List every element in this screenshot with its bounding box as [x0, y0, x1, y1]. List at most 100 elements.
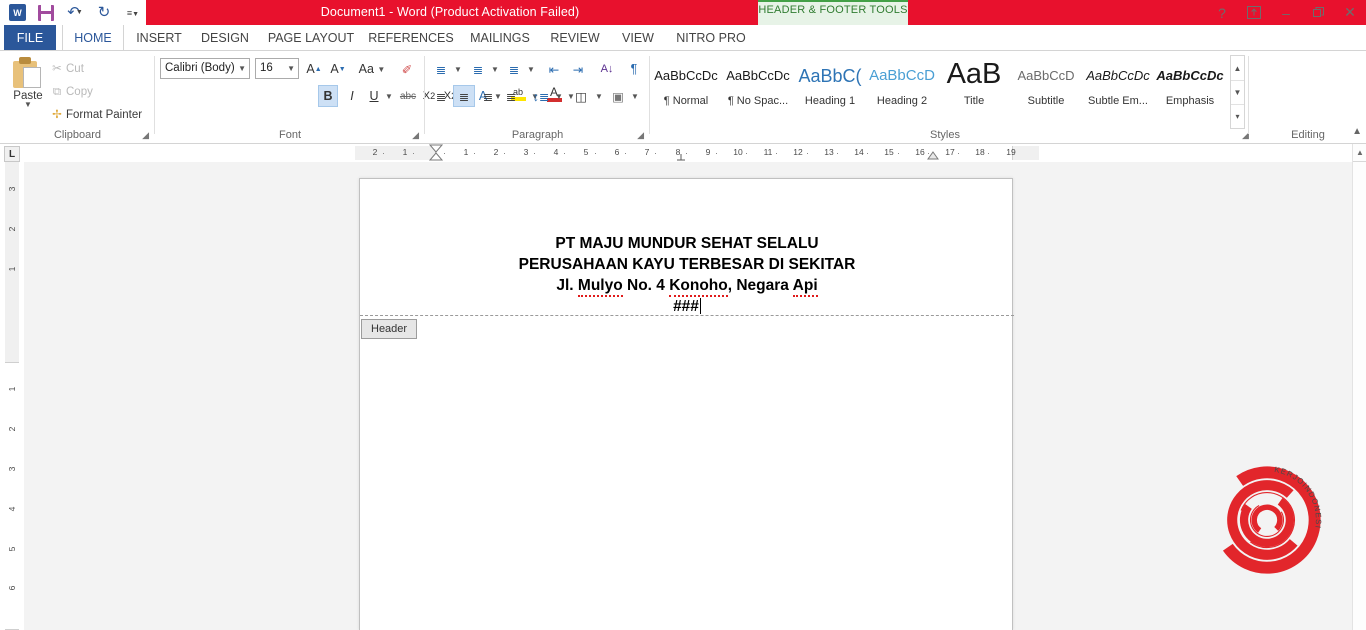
chevron-down-icon[interactable]: ▼ — [8, 101, 48, 109]
align-center-button[interactable]: ≣ — [453, 85, 475, 107]
horizontal-ruler[interactable]: 2 1 1 2 3 4 5 6 7 8 9 10 11 12 13 14 15 … — [0, 144, 1352, 162]
vertical-ruler[interactable]: 3 2 1 1 2 3 4 5 6 7 — [0, 162, 24, 630]
restore-button[interactable] — [1302, 0, 1334, 25]
bold-button[interactable]: B — [318, 85, 338, 107]
clear-formatting-button[interactable]: ✐ — [395, 58, 419, 80]
ruler-number: 11 — [763, 147, 773, 157]
style-heading-2[interactable]: AaBbCcD Heading 2 — [866, 51, 938, 123]
line-spacing-caret-icon[interactable]: ▼ — [553, 85, 565, 107]
style-no-spacing[interactable]: AaBbCcDc ¶ No Spac... — [722, 51, 794, 123]
underline-caret-icon[interactable]: ▼ — [383, 85, 395, 107]
styles-scroll-up-icon[interactable]: ▲ — [1231, 56, 1244, 80]
contextual-tab-group-label: HEADER & FOOTER TOOLS — [758, 4, 908, 16]
minimize-button[interactable]: – — [1270, 0, 1302, 25]
ribbon: Paste ▼ ✂ Cut ⧉ Copy ✢ Format Painter Clipb… — [0, 51, 1366, 144]
tab-page-layout[interactable]: PAGE LAYOUT — [258, 25, 364, 51]
paragraph-dialog-launcher[interactable]: ◢ — [637, 130, 644, 141]
tab-design[interactable]: DESIGN — [194, 25, 256, 51]
shading-caret-icon[interactable]: ▼ — [593, 85, 605, 107]
document-canvas[interactable]: PT MAJU MUNDUR SEHAT SELALU PERUSAHAAN K… — [24, 162, 1352, 630]
styles-gallery-scrollbar[interactable]: ▲ ▼ ▾ — [1230, 55, 1245, 129]
header-line-3: Jl. Mulyo No. 4 Konoho, Negara Api — [360, 275, 1014, 297]
document-page[interactable]: PT MAJU MUNDUR SEHAT SELALU PERUSAHAAN K… — [359, 178, 1014, 630]
style-title[interactable]: AaB Title — [938, 51, 1010, 123]
numbering-caret-icon[interactable]: ▼ — [489, 58, 501, 80]
style-subtitle[interactable]: AaBbCcD Subtitle — [1010, 51, 1082, 123]
kerjoindonesia-logo: KERJOINDONESIA — [1209, 458, 1322, 575]
tab-selector-button[interactable]: L — [4, 146, 20, 162]
format-painter-button[interactable]: ✢ Format Painter — [48, 105, 142, 125]
tab-stop-marker[interactable] — [675, 152, 687, 162]
tab-mailings[interactable]: MAILINGS — [458, 25, 542, 51]
ruler-number: 6 — [614, 147, 620, 157]
font-dialog-launcher[interactable]: ◢ — [412, 130, 419, 141]
align-left-button[interactable]: ≣ — [430, 85, 452, 107]
decrease-indent-button[interactable]: ⇤ — [543, 58, 565, 80]
numbering-button[interactable]: ≣ — [467, 58, 489, 80]
tab-references[interactable]: REFERENCES — [364, 25, 458, 51]
shrink-font-button[interactable]: A ▼ — [327, 58, 349, 80]
sort-button[interactable]: A↓ — [595, 58, 619, 80]
left-indent-marker[interactable] — [927, 150, 939, 162]
multilevel-caret-icon[interactable]: ▼ — [525, 58, 537, 80]
bullets-button[interactable]: ≣ — [430, 58, 452, 80]
style-subtle-emphasis[interactable]: AaBbCcDc Subtle Em... — [1082, 51, 1154, 123]
styles-more-icon[interactable]: ▾ — [1231, 104, 1244, 128]
underline-button[interactable]: U — [364, 85, 384, 107]
line-spacing-button[interactable]: ↕≣ — [530, 85, 552, 107]
chevron-down-icon[interactable]: ▼ — [287, 59, 295, 79]
style-normal[interactable]: AaBbCcDc ¶ Normal — [650, 51, 722, 123]
style-emphasis[interactable]: AaBbCcDc Emphasis — [1154, 51, 1226, 123]
ruler-number: 18 — [975, 147, 985, 157]
font-size-input[interactable]: 16 ▼ — [255, 58, 299, 79]
borders-caret-icon[interactable]: ▼ — [629, 85, 641, 107]
italic-button[interactable]: I — [342, 85, 362, 107]
collapse-ribbon-button[interactable]: ▲ — [1352, 126, 1362, 137]
styles-group-label: Styles — [930, 129, 960, 141]
tab-review[interactable]: REVIEW — [544, 25, 606, 51]
bullets-caret-icon[interactable]: ▼ — [452, 58, 464, 80]
strikethrough-button[interactable]: abc — [396, 85, 420, 107]
tab-nitro-pro[interactable]: NITRO PRO — [668, 25, 754, 51]
undo-icon[interactable]: ↶ ▼ — [65, 3, 85, 23]
styles-scroll-down-icon[interactable]: ▼ — [1231, 80, 1244, 104]
quick-access-toolbar: W ↶ ▼ ↻ ≡▼ — [0, 0, 146, 25]
multilevel-list-button[interactable]: ≣ — [503, 58, 525, 80]
tab-home[interactable]: HOME — [62, 25, 124, 51]
ruler-number: 9 — [705, 147, 711, 157]
header-region[interactable]: PT MAJU MUNDUR SEHAT SELALU PERUSAHAAN K… — [360, 179, 1014, 317]
scroll-up-icon[interactable]: ▲ — [1353, 144, 1366, 160]
style-heading-1[interactable]: AaBbC( Heading 1 — [794, 51, 866, 123]
redo-icon[interactable]: ↻ — [94, 3, 114, 23]
ruler-number: 16 — [915, 147, 925, 157]
tab-view[interactable]: VIEW — [610, 25, 666, 51]
align-right-button[interactable]: ≣ — [477, 85, 499, 107]
copy-button[interactable]: ⧉ Copy — [48, 82, 93, 102]
tab-file[interactable]: FILE — [4, 25, 56, 51]
cut-button[interactable]: ✂ Cut — [48, 59, 84, 79]
ribbon-group-font: Calibri (Body) ▼ 16 ▼ A ▲ A ▼ Aa ▼ ✐ B I U ▼… — [155, 51, 575, 144]
clipboard-dialog-launcher[interactable]: ◢ — [142, 130, 149, 141]
customize-quick-access-toolbar-icon[interactable]: ≡▼ — [123, 3, 143, 23]
ruler-number: 2 — [372, 147, 378, 157]
change-case-button[interactable]: Aa ▼ — [355, 58, 389, 80]
ribbon-display-options-button[interactable] — [1238, 0, 1270, 25]
tab-insert[interactable]: INSERT — [128, 25, 190, 51]
chevron-down-icon[interactable]: ▼ — [238, 59, 246, 79]
close-button[interactable]: ✕ — [1334, 0, 1366, 25]
first-line-indent-marker[interactable] — [429, 144, 443, 162]
font-name-input[interactable]: Calibri (Body) ▼ — [160, 58, 250, 79]
word-logo-icon[interactable]: W — [7, 3, 27, 23]
borders-button[interactable]: ▣ — [607, 85, 629, 107]
font-group-label: Font — [278, 129, 301, 141]
vertical-scrollbar[interactable]: ▲ — [1352, 144, 1366, 630]
ruler-number: 12 — [793, 147, 803, 157]
paste-button[interactable]: Paste ▼ — [8, 55, 48, 127]
help-button[interactable]: ? — [1206, 0, 1238, 25]
increase-indent-button[interactable]: ⇥ — [567, 58, 589, 80]
shading-button[interactable]: ◫ — [570, 85, 592, 107]
save-icon[interactable] — [36, 3, 56, 23]
grow-font-button[interactable]: A ▲ — [303, 58, 325, 80]
show-formatting-marks-button[interactable]: ¶ — [623, 58, 645, 80]
justify-button[interactable]: ≣ — [500, 85, 522, 107]
